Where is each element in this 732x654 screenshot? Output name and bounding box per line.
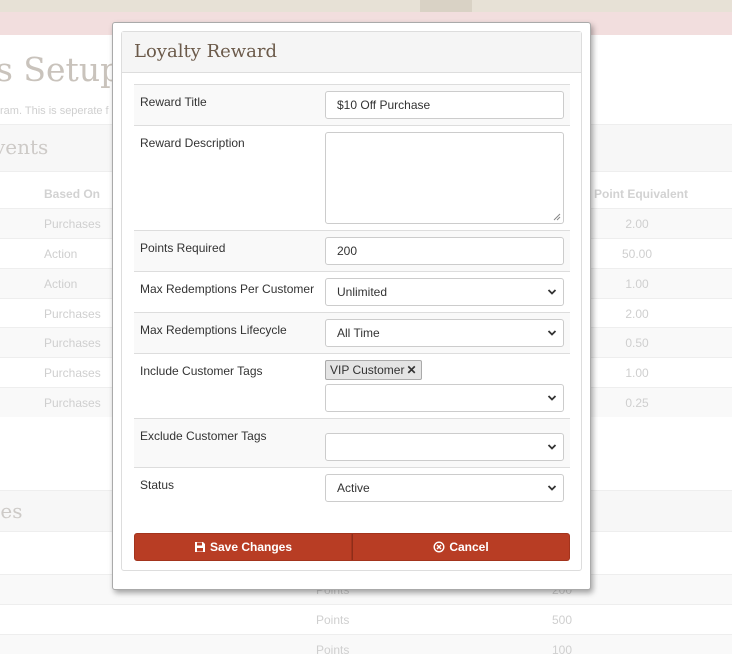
exclude-customer-tags-label: Exclude Customer Tags: [140, 429, 267, 443]
cell-based-on: Action: [44, 247, 78, 261]
max-redemptions-per-customer-select[interactable]: Unlimited: [325, 278, 564, 306]
max-redemptions-per-customer-row: Max Redemptions Per Customer Unlimited: [134, 272, 570, 313]
chevron-down-icon: [547, 330, 557, 336]
reward-title-input[interactable]: $10 Off Purchase: [325, 91, 564, 119]
reward-title-value: $10 Off Purchase: [337, 98, 431, 112]
reward-title-label: Reward Title: [140, 95, 207, 109]
floppy-disk-icon: [194, 542, 205, 552]
table-row[interactable]: Points 500: [0, 604, 732, 634]
modal-title: Loyalty Reward: [122, 32, 581, 73]
column-header-point-equivalent: Point Equivalent: [594, 187, 689, 201]
chevron-down-icon: [547, 485, 557, 491]
points-required-input[interactable]: 200: [325, 237, 564, 265]
include-customer-tags-label: Include Customer Tags: [140, 364, 263, 378]
loyalty-reward-modal: Loyalty Reward Reward Title $10 Off Purc…: [112, 22, 591, 590]
modal-panel: Loyalty Reward Reward Title $10 Off Purc…: [121, 31, 582, 571]
tag-chip: VIP Customer ✕: [325, 360, 422, 380]
top-bar-tab: [420, 0, 472, 12]
table-row[interactable]: Points 100: [0, 634, 732, 654]
max-redemptions-lifecycle-select[interactable]: All Time: [325, 319, 564, 347]
cell-value: 500: [551, 613, 573, 627]
section-title: vents: [0, 135, 49, 159]
chevron-down-icon: [547, 395, 557, 401]
save-changes-button[interactable]: Save Changes: [134, 533, 352, 561]
reward-form: Reward Title $10 Off Purchase Reward Des…: [134, 84, 570, 510]
cell-based-on: Purchases: [44, 396, 101, 410]
include-customer-tags-select[interactable]: [325, 384, 564, 412]
max-redemptions-lifecycle-row: Max Redemptions Lifecycle All Time: [134, 313, 570, 354]
chevron-down-icon: [547, 444, 557, 450]
cell-points: 0.25: [625, 396, 649, 410]
max-redemptions-lifecycle-label: Max Redemptions Lifecycle: [140, 323, 287, 337]
page-subtitle: ram. This is seperate f: [0, 105, 109, 117]
status-value: Active: [337, 481, 370, 495]
close-icon[interactable]: ✕: [406, 363, 416, 377]
points-required-label: Points Required: [140, 241, 226, 255]
cell-points: 2.00: [625, 217, 649, 231]
section-title: ies: [0, 499, 23, 523]
reward-description-label: Reward Description: [140, 136, 245, 150]
cell-type: Points: [316, 643, 350, 654]
cancel-label: Cancel: [449, 540, 489, 554]
status-select[interactable]: Active: [325, 474, 564, 502]
save-changes-label: Save Changes: [209, 540, 293, 554]
chevron-down-icon: [547, 289, 557, 295]
cell-points: 0.50: [625, 336, 649, 350]
tag-label: VIP Customer: [330, 363, 405, 377]
points-required-value: 200: [337, 244, 358, 258]
max-redemptions-lifecycle-value: All Time: [337, 326, 380, 340]
exclude-customer-tags-select[interactable]: [325, 433, 564, 461]
modal-actions: Save Changes Cancel: [134, 533, 570, 561]
cell-points: 50.00: [621, 247, 653, 261]
status-row: Status Active: [134, 468, 570, 510]
include-customer-tags-row: Include Customer Tags VIP Customer ✕: [134, 354, 570, 419]
page-title: s Setup: [0, 50, 122, 89]
cell-based-on: Purchases: [44, 217, 101, 231]
max-redemptions-per-customer-label: Max Redemptions Per Customer: [140, 282, 315, 296]
resize-grip-icon[interactable]: [553, 213, 561, 221]
reward-description-row: Reward Description: [134, 126, 570, 231]
cell-based-on: Action: [44, 277, 78, 291]
cell-points: 2.00: [625, 307, 649, 321]
cell-based-on: Purchases: [44, 366, 101, 380]
top-bar: [0, 0, 732, 12]
cell-based-on: Purchases: [44, 307, 101, 321]
cell-points: 1.00: [625, 366, 649, 380]
circle-x-icon: [433, 541, 445, 553]
status-label: Status: [140, 478, 175, 492]
max-redemptions-per-customer-value: Unlimited: [337, 285, 388, 299]
points-required-row: Points Required 200: [134, 231, 570, 272]
cell-based-on: Purchases: [44, 336, 101, 350]
column-header-based-on: Based On: [44, 187, 101, 201]
cancel-button[interactable]: Cancel: [352, 533, 570, 561]
reward-title-row: Reward Title $10 Off Purchase: [134, 85, 570, 126]
cell-points: 1.00: [625, 277, 649, 291]
exclude-customer-tags-row: Exclude Customer Tags: [134, 419, 570, 468]
cell-value: 100: [551, 643, 573, 654]
reward-description-textarea[interactable]: [325, 132, 564, 224]
cell-type: Points: [316, 613, 350, 627]
